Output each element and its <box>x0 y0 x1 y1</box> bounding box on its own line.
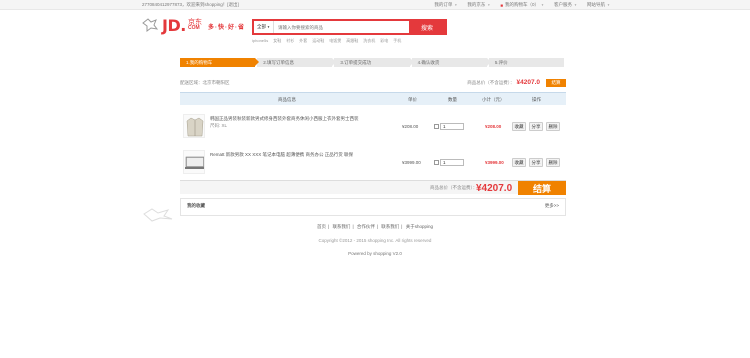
chevron-down-icon: ▼ <box>487 3 491 7</box>
step-fill-order: 2.填写订单信息 <box>257 58 337 67</box>
top-link-service[interactable]: 客户服务 ▼ <box>554 2 577 8</box>
select-checkbox[interactable] <box>434 124 439 129</box>
header-price: 单价 <box>408 97 417 102</box>
top-total: 商品总价（不含运费）： ¥4207.0 <box>467 79 540 86</box>
search-input[interactable] <box>274 21 409 33</box>
select-checkbox[interactable] <box>434 160 439 165</box>
cart-row: 韩国正品男装秋装新款男式修身西装外套商务休闲小西服上衣外套男士西装 尺码: XL… <box>180 110 566 142</box>
top-link-cart[interactable]: ■ 我的购物车（0） ▼ <box>500 2 544 8</box>
footer-link[interactable]: 关于shopping <box>406 224 433 229</box>
favorites-title: 我的收藏 <box>187 203 205 208</box>
delivery-area[interactable]: 配送区域：北京市朝阳区 <box>180 80 230 86</box>
product-image-laptop[interactable] <box>183 150 205 174</box>
step-review: 5.评价 <box>488 58 565 67</box>
top-link-sitenav[interactable]: 网站导航 ▼ <box>587 2 610 8</box>
hotword-link[interactable]: 洗衣机 <box>363 38 375 44</box>
dog-logo-icon <box>142 18 158 32</box>
product-subtotal: ¥3999.00 <box>485 160 504 165</box>
favorites-panel: 我的收藏 更多>> <box>180 198 566 216</box>
hotword-link[interactable]: iphone5s <box>252 38 268 44</box>
total-label: 商品总价（不含运费）： <box>430 185 478 190</box>
step-confirm: 4.确认收货 <box>411 58 492 67</box>
footer-link[interactable]: 合作伙伴 <box>357 224 375 229</box>
checkout-steps: 1.我的购物车 2.填写订单信息 3.订单提交成功 4.确认收货 5.评价 <box>180 58 566 67</box>
checkout-button[interactable]: 结算 <box>518 181 566 195</box>
product-name[interactable]: Rematt 新款男款 XX XXX 笔记本电脑 超薄便携 商务办公 正品行货 … <box>210 152 390 159</box>
top-link-myjd[interactable]: 我的京东 ▼ <box>467 2 490 8</box>
chevron-down-icon: ▼ <box>574 3 578 7</box>
logo[interactable]: JD. 京东 COM 多·快·好·省 <box>142 14 252 36</box>
top-total-amount: ¥4207.0 <box>516 79 541 86</box>
quantity-input[interactable]: 1 <box>440 123 464 130</box>
delete-button[interactable]: 删除 <box>546 122 560 131</box>
share-button[interactable]: 分享 <box>529 122 543 131</box>
hot-words: iphone5s 女鞋 衬衫 外套 运动鞋 电饭煲 高跟鞋 洗衣机 彩电 手机 <box>252 38 401 44</box>
delete-button[interactable]: 删除 <box>546 158 560 167</box>
chevron-down-icon: ▼ <box>454 3 458 7</box>
total-amount: ¥4207.0 <box>476 183 513 194</box>
welcome-text[interactable]: 2770840412977873，欢迎来到shopping！[退出] <box>142 2 239 8</box>
cart-summary-top: 配送区域：北京市朝阳区 商品总价（不含运费）： ¥4207.0 结算 <box>180 79 566 87</box>
chevron-down-icon: ▼ <box>541 3 545 7</box>
top-bar: 2770840412977873，欢迎来到shopping！[退出] 我的订单 ▼… <box>0 0 750 10</box>
hotword-link[interactable]: 运动鞋 <box>312 38 324 44</box>
powered-by: Powered by shopping V2.0 <box>348 251 402 256</box>
footer-link[interactable]: 联系我们 <box>381 224 399 229</box>
product-name[interactable]: 韩国正品男装秋装新款男式修身西装外套商务休闲小西服上衣外套男士西装 尺码: XL <box>210 116 390 130</box>
hotword-link[interactable]: 电饭煲 <box>329 38 341 44</box>
step-submitted: 3.订单提交成功 <box>334 58 414 67</box>
search-category-select[interactable]: 全部 ▼ <box>254 21 274 33</box>
hotword-link[interactable]: 女鞋 <box>273 38 281 44</box>
product-price: ¥3999.00 <box>402 160 421 165</box>
hotword-link[interactable]: 手机 <box>393 38 401 44</box>
more-link[interactable]: 更多>> <box>545 203 559 209</box>
product-price: ¥208.00 <box>402 124 419 129</box>
chevron-down-icon: ▼ <box>267 25 270 29</box>
footer-link[interactable]: 联系我们 <box>332 224 350 229</box>
footer: 首页 | 联系我们 | 合作伙伴 | 联系我们 | 关于shopping Copyrig… <box>0 224 750 256</box>
cart-icon: ■ <box>500 2 504 8</box>
favorite-button[interactable]: 收藏 <box>512 122 526 131</box>
header-qty: 数量 <box>448 97 457 102</box>
cart-row: Rematt 新款男款 XX XXX 笔记本电脑 超薄便携 商务办公 正品行货 … <box>180 146 566 178</box>
search-bar: 全部▼ 搜索 <box>252 19 447 35</box>
hotword-link[interactable]: 高跟鞋 <box>346 38 358 44</box>
top-links: 我的订单 ▼ 我的京东 ▼ ■ 我的购物车（0） ▼ 客户服务 ▼ 网站导航 ▼ <box>434 2 610 8</box>
chevron-down-icon: ▼ <box>607 3 610 7</box>
hotword-link[interactable]: 彩电 <box>380 38 388 44</box>
slogan: 多·快·好·省 <box>208 25 245 31</box>
cart-table-header: 商品信息 单价 数量 小计（元） 操作 <box>180 92 566 105</box>
product-subtotal: ¥208.00 <box>485 124 502 129</box>
favorite-button[interactable]: 收藏 <box>512 158 526 167</box>
checkout-button-small[interactable]: 结算 <box>546 79 566 87</box>
copyright: Copyright ©2012 - 2015 shopping Inc. All… <box>318 238 432 243</box>
share-button[interactable]: 分享 <box>529 158 543 167</box>
search-button[interactable]: 搜索 <box>409 21 445 33</box>
product-image-jacket[interactable] <box>183 114 205 138</box>
header-product: 商品信息 <box>278 97 296 102</box>
top-link-orders[interactable]: 我的订单 ▼ <box>434 2 457 8</box>
hotword-link[interactable]: 衬衫 <box>286 38 294 44</box>
header-subtotal: 小计（元） <box>482 97 505 102</box>
quantity-input[interactable]: 1 <box>440 159 464 166</box>
step-cart: 1.我的购物车 <box>180 58 260 67</box>
dog-logo-icon <box>143 208 173 222</box>
total-bar: 商品总价（不含运费）： ¥4207.0 结算 <box>180 180 566 195</box>
footer-links: 首页 | 联系我们 | 合作伙伴 | 联系我们 | 关于shopping <box>317 224 433 229</box>
jacket-icon <box>186 117 204 137</box>
hotword-link[interactable]: 外套 <box>299 38 307 44</box>
laptop-icon <box>185 156 204 169</box>
header-ops: 操作 <box>532 97 541 102</box>
footer-link[interactable]: 首页 <box>317 224 326 229</box>
